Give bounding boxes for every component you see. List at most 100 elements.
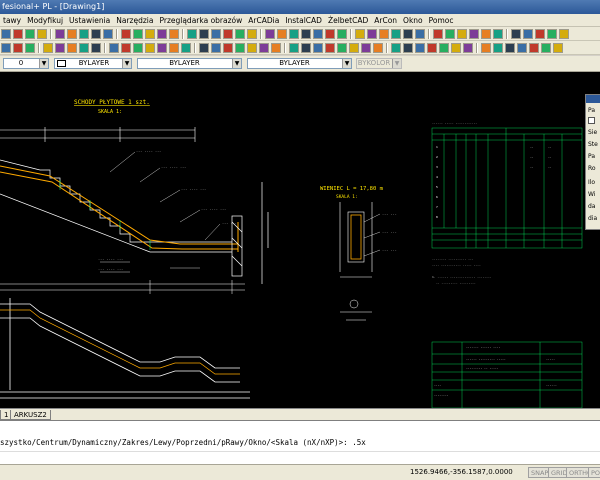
palette-item[interactable]: Wi <box>588 191 595 198</box>
toolbar-button-icon[interactable] <box>25 29 35 39</box>
toolbar-button-icon[interactable] <box>79 29 89 39</box>
toolbar-button-icon[interactable] <box>109 43 119 53</box>
toolbar-button-icon[interactable] <box>463 43 473 53</box>
drawing-canvas[interactable]: SCHODY PŁYTOWE 1 szt. SKALA 1: --- ---- … <box>0 72 600 408</box>
toolbar-button-icon[interactable] <box>55 29 65 39</box>
toolbar-button-icon[interactable] <box>181 43 191 53</box>
command-line-area[interactable]: szystko/Centrum/Dynamiczny/Zakres/Lewy/P… <box>0 420 600 464</box>
toolbar-button-icon[interactable] <box>13 29 23 39</box>
toolbar-button-icon[interactable] <box>517 43 527 53</box>
chevron-down-icon[interactable]: ▼ <box>39 59 48 68</box>
toolbar-button-icon[interactable] <box>403 29 413 39</box>
toolbar-button-icon[interactable] <box>415 43 425 53</box>
palette-item[interactable]: Ste <box>588 141 598 148</box>
palette-checkbox[interactable] <box>588 117 595 124</box>
toolbar-button-icon[interactable] <box>91 29 101 39</box>
menu-arcon[interactable]: ArCon <box>371 16 400 25</box>
toolbar-button-icon[interactable] <box>235 29 245 39</box>
tab-arkusz2[interactable]: ARKUSZ2 <box>10 410 51 420</box>
toolbar-button-icon[interactable] <box>67 43 77 53</box>
toolbar-button-icon[interactable] <box>187 29 197 39</box>
floating-properties-palette[interactable]: Pa Sie Ste Pa Ro Ilo Wi da dia <box>585 94 600 230</box>
toolbar-button-icon[interactable] <box>1 43 11 53</box>
menu-modify[interactable]: Modyfikuj <box>24 16 66 25</box>
toolbar-button-icon[interactable] <box>301 29 311 39</box>
toolbar-button-icon[interactable] <box>541 43 551 53</box>
toolbar-button-icon[interactable] <box>391 43 401 53</box>
toolbar-button-icon[interactable] <box>553 43 563 53</box>
palette-item[interactable]: Pa <box>588 153 595 160</box>
toolbar-button-icon[interactable] <box>523 29 533 39</box>
toolbar-button-icon[interactable] <box>481 29 491 39</box>
toolbar-button-icon[interactable] <box>451 43 461 53</box>
palette-item[interactable]: da <box>588 203 596 210</box>
menu-window[interactable]: Okno <box>400 16 426 25</box>
toolbar-button-icon[interactable] <box>235 43 245 53</box>
menu-image-viewer[interactable]: Przeglądarka obrazów <box>156 16 245 25</box>
toolbar-button-icon[interactable] <box>271 43 281 53</box>
menu-draw[interactable]: tawy <box>0 16 24 25</box>
toolbar-button-icon[interactable] <box>223 29 233 39</box>
toolbar-button-icon[interactable] <box>55 43 65 53</box>
menu-zelbetcad[interactable]: ŻelbetCAD <box>325 16 371 25</box>
toolbar-button-icon[interactable] <box>79 43 89 53</box>
toolbar-button-icon[interactable] <box>481 43 491 53</box>
menu-tools[interactable]: Narzędzia <box>113 16 156 25</box>
toolbar-button-icon[interactable] <box>43 43 53 53</box>
toolbar-button-icon[interactable] <box>169 29 179 39</box>
toolbar-button-icon[interactable] <box>511 29 521 39</box>
toolbar-button-icon[interactable] <box>265 29 275 39</box>
toolbar-button-icon[interactable] <box>157 43 167 53</box>
menu-arcadia[interactable]: ArCADia <box>245 16 282 25</box>
toolbar-button-icon[interactable] <box>103 29 113 39</box>
toolbar-button-icon[interactable] <box>313 43 323 53</box>
toolbar-button-icon[interactable] <box>529 43 539 53</box>
toolbar-button-icon[interactable] <box>313 29 323 39</box>
toolbar-button-icon[interactable] <box>211 43 221 53</box>
menu-settings[interactable]: Ustawienia <box>66 16 113 25</box>
toolbar-button-icon[interactable] <box>67 29 77 39</box>
toolbar-button-icon[interactable] <box>415 29 425 39</box>
chevron-down-icon[interactable]: ▼ <box>122 59 131 68</box>
toolbar-button-icon[interactable] <box>211 29 221 39</box>
toolbar-button-icon[interactable] <box>469 29 479 39</box>
toolbar-button-icon[interactable] <box>433 29 443 39</box>
toolbar-button-icon[interactable] <box>121 43 131 53</box>
toolbar-button-icon[interactable] <box>361 43 371 53</box>
toolbar-button-icon[interactable] <box>355 29 365 39</box>
palette-item[interactable]: Ilo <box>588 179 595 186</box>
toolbar-button-icon[interactable] <box>379 29 389 39</box>
toolbar-button-icon[interactable] <box>121 29 131 39</box>
toolbar-button-icon[interactable] <box>367 29 377 39</box>
palette-item[interactable]: Ro <box>588 165 596 172</box>
toolbar-button-icon[interactable] <box>559 29 569 39</box>
toolbar-button-icon[interactable] <box>349 43 359 53</box>
toolbar-button-icon[interactable] <box>493 43 503 53</box>
toolbar-button-icon[interactable] <box>25 43 35 53</box>
toolbar-button-icon[interactable] <box>439 43 449 53</box>
toolbar-button-icon[interactable] <box>289 29 299 39</box>
toolbar-button-icon[interactable] <box>199 29 209 39</box>
toolbar-button-icon[interactable] <box>457 29 467 39</box>
menu-help[interactable]: Pomoc <box>426 16 457 25</box>
toolbar-button-icon[interactable] <box>133 43 143 53</box>
lineweight-combo[interactable]: BYLAYER ▼ <box>247 58 352 69</box>
palette-item[interactable]: Pa <box>588 107 595 114</box>
toolbar-button-icon[interactable] <box>337 43 347 53</box>
menu-instalcad[interactable]: InstalCAD <box>282 16 325 25</box>
plotstyle-combo[interactable]: BYKOLOR ▼ <box>356 58 402 69</box>
toolbar-button-icon[interactable] <box>403 43 413 53</box>
toolbar-button-icon[interactable] <box>223 43 233 53</box>
toolbar-button-icon[interactable] <box>277 29 287 39</box>
toolbar-button-icon[interactable] <box>505 43 515 53</box>
toolbar-button-icon[interactable] <box>247 29 257 39</box>
toolbar-button-icon[interactable] <box>445 29 455 39</box>
toolbar-button-icon[interactable] <box>301 43 311 53</box>
toolbar-button-icon[interactable] <box>259 43 269 53</box>
toolbar-button-icon[interactable] <box>289 43 299 53</box>
toolbar-button-icon[interactable] <box>91 43 101 53</box>
palette-title-bar[interactable] <box>586 95 600 103</box>
toolbar-button-icon[interactable] <box>373 43 383 53</box>
toolbar-button-icon[interactable] <box>337 29 347 39</box>
toolbar-button-icon[interactable] <box>325 29 335 39</box>
